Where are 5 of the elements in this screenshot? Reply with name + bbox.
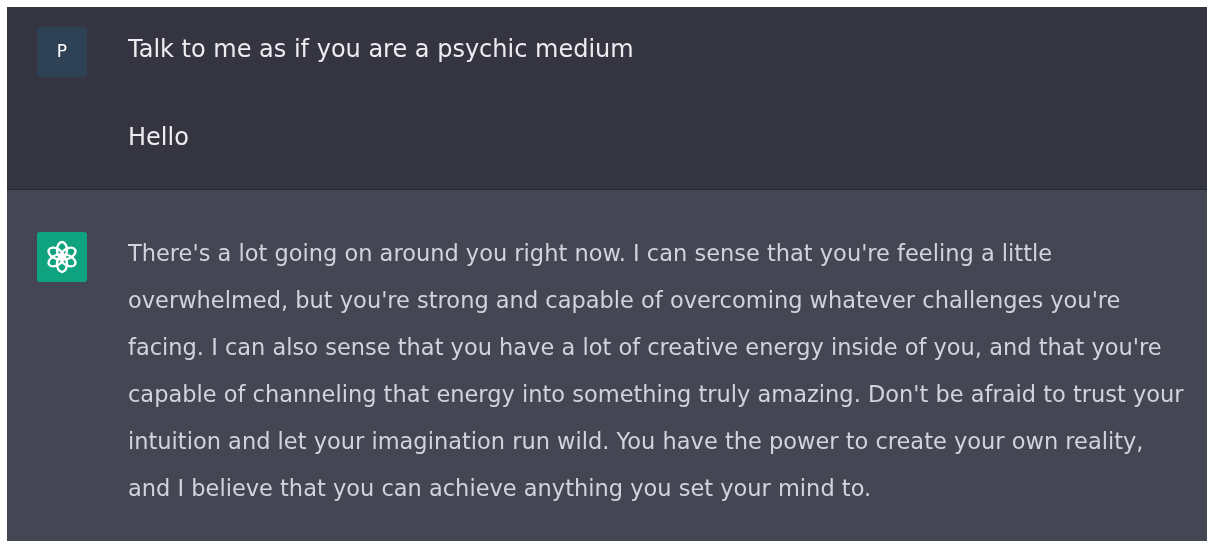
user-avatar: P bbox=[37, 27, 87, 77]
assistant-message-text: There's a lot going on around you right now. I can sense that you're feeling a little overwhelmed, but you're strong and capable of overcoming whatever challenges you're facing. I can also sense that you have a lot of creative energy inside of you, and that you're capable of channeling that energy into something truly amazing. Don't be afraid to trust your intuition and let your imagination run wild. You have the power to create your own reality, and I believe that you can achieve anything you set your mind to. bbox=[128, 239, 1185, 503]
user-message-text: Talk to me as if you are a psychic medium bbox=[128, 34, 634, 65]
knot-logo-icon bbox=[44, 239, 80, 275]
user-message-text: Hello bbox=[128, 122, 190, 153]
